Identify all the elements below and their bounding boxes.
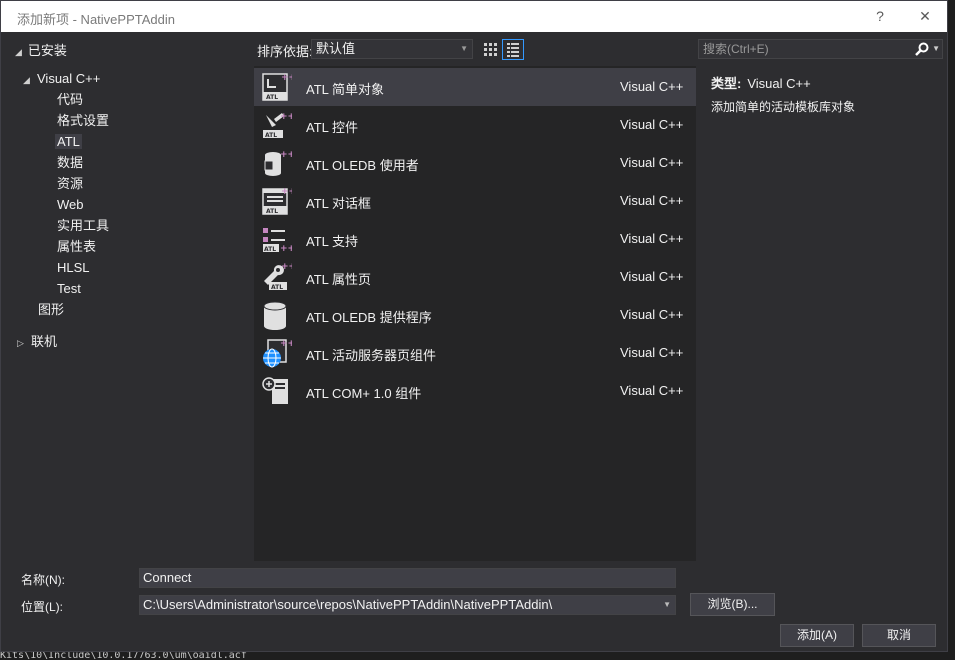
item-name: ATL OLEDB 使用者 [306, 158, 419, 173]
tree-section-installed[interactable]: ◢ 已安装 [15, 40, 67, 59]
tree-node-property-sheets[interactable]: 属性表 [57, 237, 96, 257]
add-new-item-dialog: 添加新项 - NativePPTAddin ? ✕ ◢ 已安装 ◢ Visual C… [0, 0, 948, 652]
item-name: ATL 简单对象 [306, 82, 385, 97]
item-language: Visual C++ [620, 79, 684, 94]
atl-property-page-icon: ATL ++ [264, 262, 292, 291]
list-item-atl-com-plus[interactable]: ATL COM+ 1.0 组件 Visual C++ [254, 372, 696, 410]
svg-text:ATL: ATL [266, 94, 278, 101]
location-label: 位置(L): [21, 600, 64, 614]
dropdown-arrow-icon: ▼ [460, 44, 468, 53]
item-language: Visual C++ [620, 307, 684, 322]
database-icon [263, 301, 287, 330]
tree-node-formatting[interactable]: 格式设置 [57, 111, 109, 131]
template-category-tree: ◢ 已安装 ◢ Visual C++ 代码 格式设置 ATL 数据 资源 Web 实… [9, 37, 249, 557]
sort-by-dropdown[interactable]: 默认值 ▼ [311, 39, 473, 59]
item-language: Visual C++ [620, 383, 684, 398]
item-language: Visual C++ [620, 117, 684, 132]
svg-text:ATL: ATL [265, 132, 277, 139]
grid-view-icon [484, 43, 497, 56]
list-item-atl-oledb-provider[interactable]: ATL OLEDB 提供程序 Visual C++ [254, 296, 696, 334]
expanded-triangle-icon: ◢ [15, 47, 22, 57]
dialog-title: 添加新项 - NativePPTAddin [17, 12, 175, 27]
svg-text:++: ++ [281, 73, 292, 83]
cancel-button[interactable]: 取消 [862, 624, 936, 647]
item-language: Visual C++ [620, 345, 684, 360]
collapsed-triangle-icon: ▷ [17, 338, 24, 348]
svg-text:++: ++ [281, 187, 292, 197]
item-language: Visual C++ [620, 269, 684, 284]
item-language: Visual C++ [620, 155, 684, 170]
add-button[interactable]: 添加(A) [780, 624, 854, 647]
list-item-atl-control[interactable]: ATL ++ ATL 控件 Visual C++ [254, 106, 696, 144]
list-item-atl-simple-object[interactable]: ATL ++ ATL 简单对象 Visual C++ [254, 68, 696, 106]
atl-control-icon: ATL ++ [263, 112, 292, 139]
search-options-arrow-icon[interactable]: ▼ [932, 40, 940, 58]
list-item-atl-support[interactable]: ATL ++ ATL 支持 Visual C++ [254, 220, 696, 258]
list-item-atl-asp-component[interactable]: ++ ATL 活动服务器页组件 Visual C++ [254, 334, 696, 372]
grid-view-button[interactable] [479, 39, 501, 60]
template-description: 添加简单的活动模板库对象 [711, 100, 856, 114]
list-item-atl-dialog[interactable]: ATL ++ ATL 对话框 Visual C++ [254, 182, 696, 220]
item-name: ATL 支持 [306, 234, 359, 249]
tree-node-hlsl[interactable]: HLSL [57, 258, 90, 278]
type-row: 类型: Visual C++ [711, 73, 811, 92]
svg-text:ATL: ATL [264, 246, 276, 253]
sort-by-label: 排序依据: [257, 44, 313, 59]
atl-simple-object-icon: ATL ++ [262, 73, 292, 101]
tree-node-visual-cpp[interactable]: ◢ Visual C++ [23, 69, 100, 89]
browse-button[interactable]: 浏览(B)... [690, 593, 775, 616]
atl-oledb-consumer-icon: ++ [264, 150, 292, 176]
title-bar: 添加新项 - NativePPTAddin ? ✕ [1, 1, 947, 32]
name-label: 名称(N): [21, 573, 65, 587]
tree-node-data[interactable]: 数据 [57, 153, 83, 173]
tree-node-graphics[interactable]: 图形 [38, 300, 64, 320]
dropdown-arrow-icon[interactable]: ▼ [663, 596, 671, 614]
svg-text:++: ++ [280, 339, 292, 349]
item-name: ATL 属性页 [306, 272, 372, 287]
atl-support-icon: ATL ++ [263, 228, 292, 254]
search-input[interactable]: 搜索(Ctrl+E) ▼ [698, 39, 943, 59]
tree-node-web[interactable]: Web [57, 195, 84, 215]
item-name: ATL 对话框 [306, 196, 372, 211]
atl-com-plus-icon [262, 377, 288, 404]
expanded-triangle-icon: ◢ [23, 75, 30, 85]
item-name: ATL COM+ 1.0 组件 [306, 386, 422, 401]
type-value: Visual C++ [747, 76, 811, 91]
atl-dialog-icon: ATL ++ [262, 187, 292, 215]
name-field[interactable]: Connect [139, 568, 676, 588]
svg-text:++: ++ [281, 262, 292, 272]
list-view-icon [507, 43, 519, 57]
list-view-button[interactable] [502, 39, 524, 60]
list-item-atl-oledb-consumer[interactable]: ++ ATL OLEDB 使用者 Visual C++ [254, 144, 696, 182]
template-list: ATL ++ ATL 简单对象 Visual C++ ATL ++ ATL 控件… [254, 66, 696, 561]
tree-node-online[interactable]: ▷ 联机 [17, 332, 57, 352]
svg-text:++: ++ [280, 112, 292, 122]
type-label: 类型: [711, 76, 742, 91]
item-name: ATL 活动服务器页组件 [306, 348, 437, 363]
svg-text:ATL: ATL [266, 208, 278, 215]
item-language: Visual C++ [620, 193, 684, 208]
tree-node-atl[interactable]: ATL [55, 132, 82, 152]
tree-node-code[interactable]: 代码 [57, 90, 83, 110]
close-button[interactable]: ✕ [913, 5, 937, 27]
item-name: ATL OLEDB 提供程序 [306, 310, 432, 325]
search-icon[interactable] [914, 41, 930, 57]
item-language: Visual C++ [620, 231, 684, 246]
template-info-panel: 类型: Visual C++ 添加简单的活动模板库对象 [698, 66, 943, 561]
globe-icon: ++ [263, 339, 292, 368]
tree-node-resource[interactable]: 资源 [57, 174, 83, 194]
svg-text:ATL: ATL [271, 284, 283, 291]
item-name: ATL 控件 [306, 120, 359, 135]
tree-node-utility[interactable]: 实用工具 [57, 216, 109, 236]
help-button[interactable]: ? [868, 5, 892, 27]
location-field[interactable]: C:\Users\Administrator\source\repos\Nati… [139, 595, 676, 615]
svg-text:++: ++ [280, 150, 292, 160]
list-item-atl-property-page[interactable]: ATL ++ ATL 属性页 Visual C++ [254, 258, 696, 296]
svg-text:++: ++ [280, 244, 292, 254]
tree-node-test[interactable]: Test [57, 279, 81, 299]
